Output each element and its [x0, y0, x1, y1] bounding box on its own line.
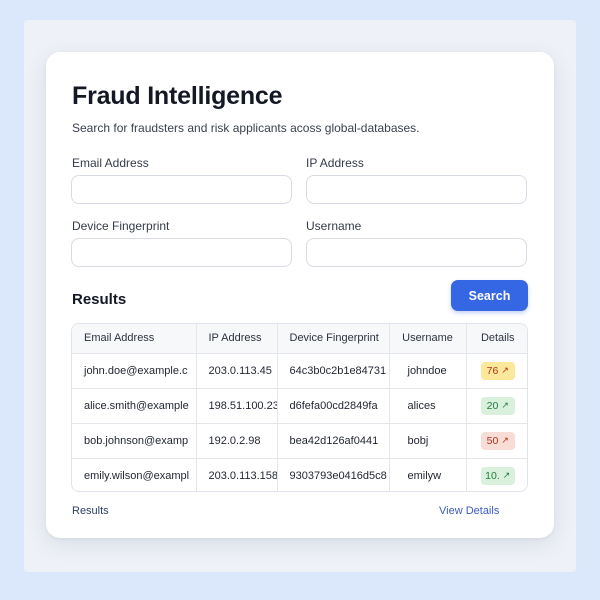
email-label: Email Address [72, 156, 149, 170]
page-title: Fraud Intelligence [72, 82, 283, 110]
risk-score-value: 76 [486, 364, 499, 377]
risk-score-value: 10. [485, 469, 500, 482]
risk-score-badge[interactable]: 20 ↗ [480, 396, 515, 415]
column-header-email[interactable]: Email Address [72, 324, 197, 354]
footer-results-label: Results [72, 505, 109, 517]
fingerprint-label: Device Fingerprint [72, 219, 170, 233]
ip-label: IP Address [306, 156, 364, 170]
risk-score-badge[interactable]: 50 ↗ [480, 431, 515, 450]
table-row[interactable]: john.doe@example.c 203.0.113.45 64c3b0c2… [72, 353, 527, 389]
cell-username: emilyw [389, 458, 467, 491]
page-subtitle: Search for fraudsters and risk applicant… [72, 121, 420, 135]
cell-ip: 192.0.2.98 [196, 423, 278, 459]
column-header-username[interactable]: Username [389, 324, 467, 354]
cell-email: emily.wilson@exampl [72, 458, 197, 491]
cell-ip: 203.0.113.45 [196, 353, 278, 389]
column-header-ip[interactable]: IP Address [196, 324, 278, 354]
risk-score-value: 50 [486, 434, 499, 447]
results-table: Email Address IP Address Device Fingerpr… [71, 323, 528, 492]
cell-username: johndoe [389, 353, 467, 389]
fingerprint-field[interactable] [71, 238, 292, 267]
fraud-search-card: Fraud Intelligence Search for fraudsters… [46, 52, 554, 538]
risk-score-value: 20 [486, 399, 499, 412]
view-details-link[interactable]: View Details [439, 505, 499, 517]
cell-fingerprint: 9303793e0416d5c8 [277, 458, 390, 491]
email-field[interactable] [71, 175, 292, 204]
username-label: Username [306, 219, 362, 233]
ip-field[interactable] [306, 175, 527, 204]
cell-username: bobj [389, 423, 467, 459]
column-header-fingerprint[interactable]: Device Fingerprint [277, 324, 390, 354]
arrow-up-right-icon: ↗ [501, 400, 509, 410]
cell-fingerprint: bea42d126af0441 [277, 423, 390, 459]
cell-email: alice.smith@example [72, 388, 197, 424]
cell-email: john.doe@example.c [72, 353, 197, 389]
risk-score-badge[interactable]: 10. ↗ [480, 466, 515, 485]
table-row[interactable]: emily.wilson@exampl 203.0.113.158 930379… [72, 458, 527, 491]
cell-ip: 203.0.113.158 [196, 458, 278, 491]
cell-fingerprint: 64c3b0c2b1e84731 [277, 353, 390, 389]
table-row[interactable]: alice.smith@example 198.51.100.23 d6fefa… [72, 388, 527, 424]
table-header-row: Email Address IP Address Device Fingerpr… [72, 324, 527, 354]
cell-username: alices [389, 388, 467, 424]
username-field[interactable] [306, 238, 527, 267]
arrow-up-right-icon: ↗ [502, 470, 511, 481]
table-row[interactable]: bob.johnson@examp 192.0.2.98 bea42d126af… [72, 423, 527, 459]
results-heading: Results [72, 291, 127, 308]
cell-ip: 198.51.100.23 [196, 388, 278, 424]
cell-fingerprint: d6fefa00cd2849fa [277, 388, 390, 424]
arrow-up-right-icon: ↗ [501, 365, 509, 375]
column-header-details[interactable]: Details [466, 324, 527, 354]
search-button[interactable]: Search [451, 280, 528, 311]
risk-score-badge[interactable]: 76 ↗ [480, 361, 515, 380]
arrow-up-right-icon: ↗ [501, 435, 509, 445]
cell-email: bob.johnson@examp [72, 423, 197, 459]
